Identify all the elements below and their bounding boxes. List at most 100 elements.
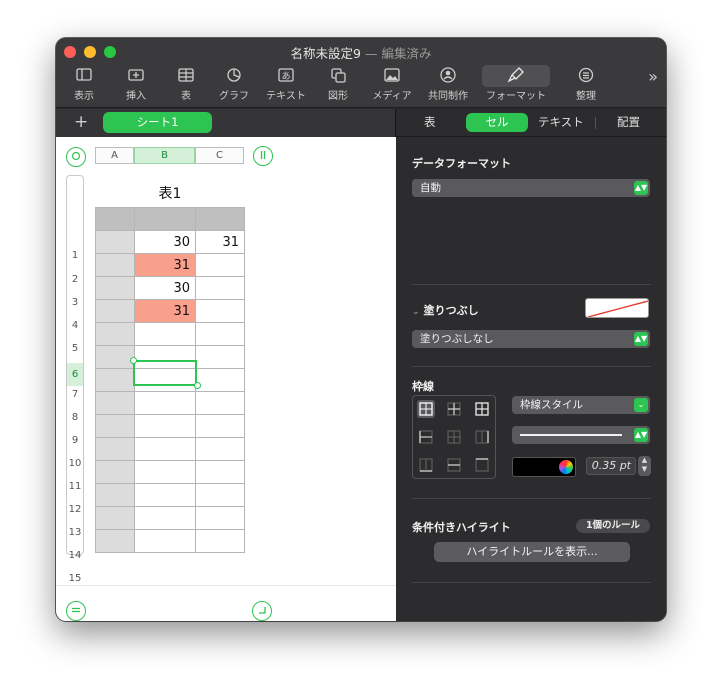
row-header-14[interactable]: 14 xyxy=(67,550,83,561)
border-width-field[interactable]: 0.35 pt xyxy=(586,457,636,475)
cell-a11[interactable] xyxy=(95,437,135,461)
cell-a7[interactable] xyxy=(95,345,135,369)
cell-c11[interactable] xyxy=(195,437,245,461)
cell-b9[interactable] xyxy=(134,391,196,415)
toolbar-text-button[interactable]: あ テキスト xyxy=(256,66,316,106)
add-column-handle[interactable] xyxy=(253,146,273,166)
cell-c3[interactable] xyxy=(195,253,245,277)
cell-a6[interactable] xyxy=(95,322,135,346)
cell-a12[interactable] xyxy=(95,460,135,484)
row-header-12[interactable]: 12 xyxy=(67,504,83,515)
cell-a13[interactable] xyxy=(95,483,135,507)
border-top-button[interactable] xyxy=(473,456,491,474)
cell-b2[interactable]: 30 xyxy=(134,230,196,254)
cell-b5[interactable]: 31 xyxy=(134,299,196,323)
cell-c4[interactable] xyxy=(195,276,245,300)
row-header-1[interactable]: 1 xyxy=(67,250,83,261)
row-header-13[interactable]: 13 xyxy=(67,527,83,538)
column-header-c[interactable]: C xyxy=(195,147,244,164)
selection-handle-bottom-right[interactable] xyxy=(194,382,201,389)
row-header-11[interactable]: 11 xyxy=(67,481,83,492)
cell-c8[interactable] xyxy=(195,368,245,392)
cell-b11[interactable] xyxy=(134,437,196,461)
row-header-4[interactable]: 4 xyxy=(67,320,83,331)
row-header-2[interactable]: 2 xyxy=(67,274,83,285)
column-header-a[interactable]: A xyxy=(95,147,134,164)
color-wheel-icon[interactable] xyxy=(559,460,573,474)
tab-cell[interactable]: セル xyxy=(466,113,528,132)
row-header-6[interactable]: 6 xyxy=(67,363,83,386)
border-inner-button[interactable] xyxy=(445,400,463,418)
tab-table[interactable]: 表 xyxy=(424,114,436,130)
border-right-button[interactable] xyxy=(473,428,491,446)
cell-c13[interactable] xyxy=(195,483,245,507)
add-sheet-button[interactable]: + xyxy=(74,112,88,132)
cell-c12[interactable] xyxy=(195,460,245,484)
cell-c14[interactable] xyxy=(195,506,245,530)
cell-a14[interactable] xyxy=(95,506,135,530)
cell-c9[interactable] xyxy=(195,391,245,415)
border-width-stepper[interactable]: ▲ ▼ xyxy=(638,456,651,476)
cell-c2[interactable]: 31 xyxy=(195,230,245,254)
row-header-3[interactable]: 3 xyxy=(67,297,83,308)
row-header-15[interactable]: 15 xyxy=(67,573,83,584)
border-left-button[interactable] xyxy=(417,428,435,446)
selection-handle-top-left[interactable] xyxy=(130,357,137,364)
cell-b10[interactable] xyxy=(134,414,196,438)
cell-c7[interactable] xyxy=(195,345,245,369)
cell-b6[interactable] xyxy=(134,322,196,346)
cell-a4[interactable] xyxy=(95,276,135,300)
cell-b4[interactable]: 30 xyxy=(134,276,196,300)
row-header-5[interactable]: 5 xyxy=(67,343,83,354)
cell-b14[interactable] xyxy=(134,506,196,530)
row-header-8[interactable]: 8 xyxy=(67,412,83,423)
row-header-7[interactable]: 7 xyxy=(67,389,83,400)
cell-a1[interactable] xyxy=(95,207,135,231)
sheet-canvas[interactable]: A B C 表1 30 31 31 30 31 1 2 3 4 5 6 7 8 … xyxy=(56,137,396,621)
border-color-well[interactable] xyxy=(512,457,576,477)
cell-b1[interactable] xyxy=(134,207,196,231)
cell-a10[interactable] xyxy=(95,414,135,438)
cell-c10[interactable] xyxy=(195,414,245,438)
border-style-popup[interactable]: 枠線スタイル ⌄ xyxy=(512,396,650,414)
tab-text[interactable]: テキスト xyxy=(538,114,584,130)
toolbar-media-button[interactable]: メディア xyxy=(362,66,422,106)
cell-c1[interactable] xyxy=(195,207,245,231)
cell-a3[interactable] xyxy=(95,253,135,277)
data-format-popup[interactable]: 自動 ▲▼ xyxy=(412,179,650,197)
cell-a15[interactable] xyxy=(95,529,135,553)
cell-a2[interactable] xyxy=(95,230,135,254)
add-row-handle[interactable] xyxy=(66,601,86,621)
border-line-popup[interactable]: ▲▼ xyxy=(512,426,650,444)
cell-c5[interactable] xyxy=(195,299,245,323)
cell-b3[interactable]: 31 xyxy=(134,253,196,277)
fill-color-well[interactable] xyxy=(585,298,649,318)
cell-b13[interactable] xyxy=(134,483,196,507)
border-all-button[interactable] xyxy=(417,400,435,418)
toolbar-collaborate-button[interactable]: 共同制作 xyxy=(418,66,478,106)
border-bottom-button[interactable] xyxy=(417,456,435,474)
border-outer-button[interactable] xyxy=(473,400,491,418)
cell-selection-b6[interactable] xyxy=(133,360,197,386)
tab-arrange[interactable]: 配置 xyxy=(617,114,640,130)
row-header-9[interactable]: 9 xyxy=(67,435,83,446)
toolbar-shape-button[interactable]: 図形 xyxy=(308,66,368,106)
column-header-b[interactable]: B xyxy=(134,147,195,164)
select-table-button[interactable] xyxy=(66,147,86,167)
cell-c6[interactable] xyxy=(195,322,245,346)
toolbar-organize-button[interactable]: 整理 xyxy=(556,66,616,106)
table-title[interactable]: 表1 xyxy=(95,183,245,203)
sheet-tab-1[interactable]: シート1 xyxy=(103,112,212,133)
cell-c15[interactable] xyxy=(195,529,245,553)
cell-a5[interactable] xyxy=(95,299,135,323)
cell-b12[interactable] xyxy=(134,460,196,484)
border-center-button[interactable] xyxy=(445,428,463,446)
fill-type-popup[interactable]: 塗りつぶしなし ▲▼ xyxy=(412,330,650,348)
show-highlight-rules-button[interactable]: ハイライトルールを表示... xyxy=(434,542,630,562)
fill-section-toggle[interactable]: ⌄ 塗りつぶし xyxy=(412,302,479,318)
row-header-10[interactable]: 10 xyxy=(67,458,83,469)
toolbar-more-button[interactable]: » xyxy=(648,67,658,86)
toolbar-chart-button[interactable]: グラフ xyxy=(204,66,264,106)
cell-a9[interactable] xyxy=(95,391,135,415)
cell-a8[interactable] xyxy=(95,368,135,392)
